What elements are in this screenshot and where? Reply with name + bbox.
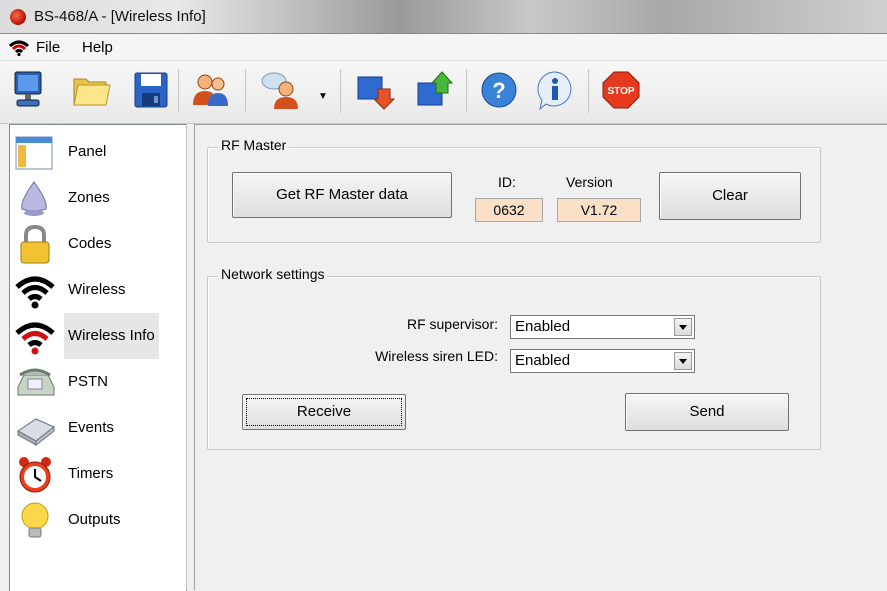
svg-text:?: ?: [492, 78, 505, 103]
version-value: V1.72: [557, 198, 641, 222]
wireless-menu-icon: [9, 40, 29, 56]
receive-button[interactable]: Receive: [242, 394, 406, 430]
sidebar-item-label: Timers: [68, 465, 114, 482]
dropdown-arrow-icon[interactable]: ▼: [318, 91, 328, 102]
toolbar-separator: [466, 69, 468, 113]
sidebar-item-zones[interactable]: Zones: [10, 175, 186, 221]
id-value: 0632: [475, 198, 543, 222]
clear-button[interactable]: Clear: [659, 172, 801, 220]
download-icon[interactable]: [354, 69, 396, 111]
sidebar-item-panel[interactable]: Panel: [10, 129, 186, 175]
wireless-info-icon: [15, 322, 55, 355]
version-label: Version: [566, 174, 613, 190]
stop-icon[interactable]: STOP: [600, 69, 642, 111]
sidebar: Panel Zones Codes Wireless Wireless Info…: [9, 124, 187, 591]
lock-icon: [20, 225, 50, 264]
menu-bar: File Help: [0, 34, 887, 61]
main-panel: RF Master Get RF Master data ID: 0632 Ve…: [195, 124, 887, 591]
sidebar-item-label: Panel: [68, 143, 107, 160]
menu-help[interactable]: Help: [82, 39, 113, 56]
rf-master-group: RF Master Get RF Master data ID: 0632 Ve…: [207, 137, 821, 243]
users-icon[interactable]: [190, 69, 232, 111]
sidebar-item-label: Events: [68, 419, 114, 436]
bulb-icon: [21, 502, 49, 538]
id-label: ID:: [498, 174, 516, 190]
folder-icon[interactable]: [70, 69, 112, 111]
toolbar-separator: [178, 69, 180, 113]
sidebar-item-label: Wireless: [68, 281, 126, 298]
sidebar-item-label: Outputs: [68, 511, 121, 528]
upload-icon[interactable]: [414, 69, 456, 111]
sidebar-item-label: Zones: [68, 189, 110, 206]
toolbar: ▼ ? STOP: [0, 61, 887, 124]
siren-led-select[interactable]: Enabled: [510, 349, 695, 373]
sidebar-item-label: PSTN: [68, 373, 109, 390]
send-button[interactable]: Send: [625, 393, 789, 431]
events-icon: [17, 418, 55, 447]
chevron-down-icon[interactable]: [674, 352, 692, 370]
toolbar-separator: [588, 69, 590, 113]
sidebar-item-wireless-info[interactable]: Wireless Info: [10, 313, 186, 359]
sidebar-item-pstn[interactable]: PSTN: [10, 359, 186, 405]
siren-led-value: Enabled: [515, 352, 571, 369]
rf-supervisor-select[interactable]: Enabled: [510, 315, 695, 339]
chevron-down-icon[interactable]: [674, 318, 692, 336]
toolbar-separator: [245, 69, 247, 113]
menu-file[interactable]: File: [36, 39, 60, 56]
sidebar-item-wireless[interactable]: Wireless: [10, 267, 186, 313]
help-icon[interactable]: ?: [478, 69, 520, 111]
save-icon[interactable]: [130, 69, 172, 111]
zones-icon: [21, 181, 47, 216]
rf-supervisor-value: Enabled: [515, 318, 571, 335]
rf-master-legend: RF Master: [218, 137, 290, 153]
title-bar: BS-468/A - [Wireless Info]: [0, 0, 887, 34]
alarm-clock-icon: [19, 457, 51, 493]
siren-led-label: Wireless siren LED:: [375, 348, 498, 364]
splitter[interactable]: [186, 124, 195, 590]
computer-icon[interactable]: [8, 69, 50, 111]
toolbar-separator: [340, 69, 342, 113]
user-speech-icon[interactable]: [260, 69, 302, 111]
sidebar-item-events[interactable]: Events: [10, 405, 186, 451]
wireless-icon: [15, 276, 55, 309]
network-settings-legend: Network settings: [218, 266, 328, 282]
rf-supervisor-label: RF supervisor:: [406, 316, 498, 332]
network-settings-group: Network settings RF supervisor: Enabled …: [207, 266, 821, 450]
sidebar-item-outputs[interactable]: Outputs: [10, 497, 186, 543]
app-icon[interactable]: [10, 9, 26, 25]
sidebar-item-label: Wireless Info: [64, 313, 159, 359]
phone-icon: [17, 368, 55, 396]
stop-label: STOP: [607, 86, 634, 97]
window-title: BS-468/A - [Wireless Info]: [34, 8, 206, 25]
sidebar-item-timers[interactable]: Timers: [10, 451, 186, 497]
panel-icon: [15, 136, 53, 170]
sidebar-item-codes[interactable]: Codes: [10, 221, 186, 267]
info-icon[interactable]: [534, 69, 576, 111]
get-rf-master-data-button[interactable]: Get RF Master data: [232, 172, 452, 218]
sidebar-item-label: Codes: [68, 235, 112, 252]
